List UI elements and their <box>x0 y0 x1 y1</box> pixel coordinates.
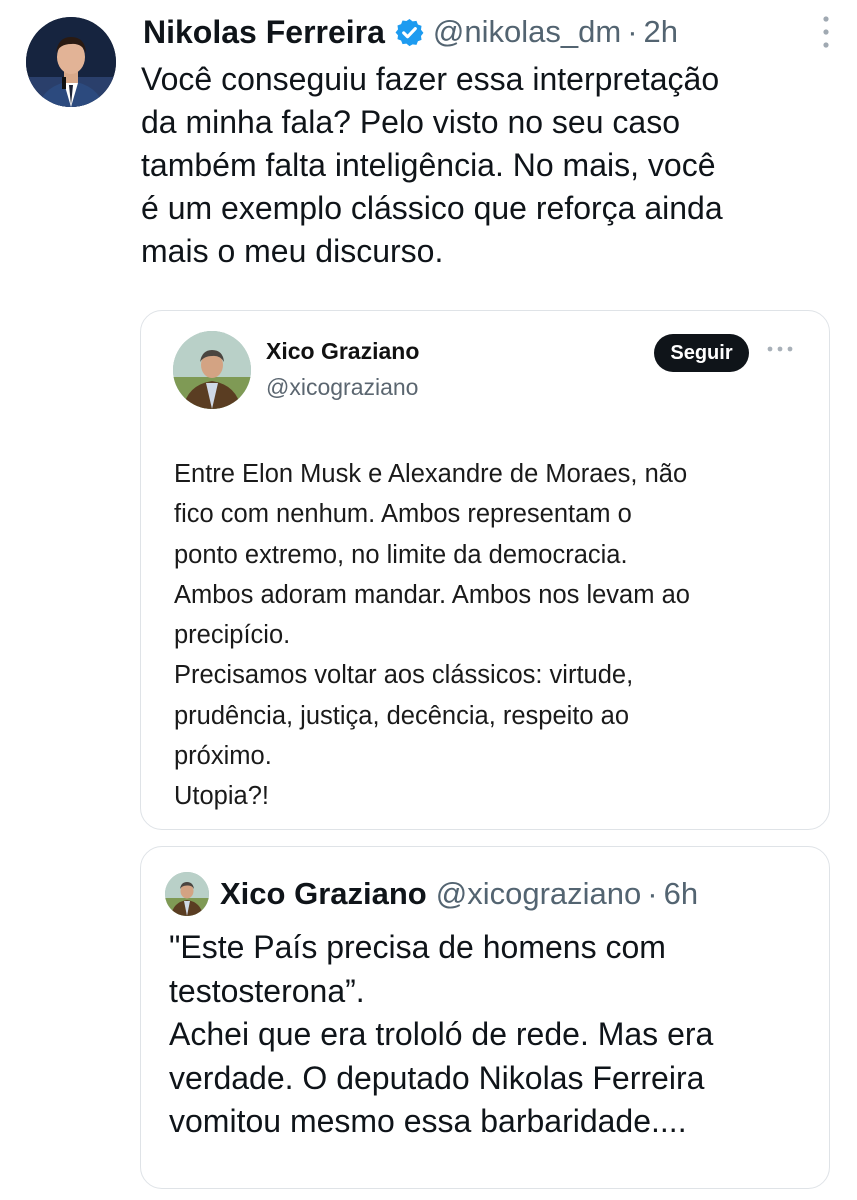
verified-badge-icon <box>394 17 425 48</box>
tweet-timestamp[interactable]: 2h <box>644 14 678 50</box>
more-horizontal-icon <box>766 345 794 353</box>
separator-dot: · <box>627 14 638 49</box>
author-avatar[interactable] <box>26 17 116 107</box>
tweet-header: Nikolas Ferreira @nikolas_dm · 2h <box>143 10 837 54</box>
author-avatar-image <box>26 17 116 107</box>
author-name[interactable]: Nikolas Ferreira <box>143 14 385 51</box>
quoted-author-avatar[interactable] <box>165 872 209 916</box>
quoted-tweet-header: Xico Graziano @xicograziano · 6h <box>220 871 698 917</box>
quoted-tweet-text: "Este País precisa de homens com testost… <box>169 929 714 1139</box>
separator-dot: · <box>647 876 658 911</box>
author-handle[interactable]: @nikolas_dm <box>433 14 621 50</box>
embedded-author-avatar <box>173 331 251 409</box>
embedded-author-name: Xico Graziano <box>266 338 420 364</box>
tweet-media-screenshot[interactable]: Xico Graziano @xicograziano Seguir Entre… <box>140 310 830 830</box>
more-vertical-icon[interactable] <box>821 14 831 50</box>
quoted-author-handle[interactable]: @xicograziano <box>436 876 642 912</box>
embedded-author-handle: @xicograziano <box>266 374 419 400</box>
quoted-author-name[interactable]: Xico Graziano <box>220 876 427 912</box>
embedded-follow-button: Seguir <box>654 334 749 372</box>
quoted-tweet[interactable]: Xico Graziano @xicograziano · 6h "Este P… <box>140 846 830 1189</box>
tweet[interactable]: Nikolas Ferreira @nikolas_dm · 2h Você c… <box>0 0 857 1200</box>
embedded-tweet-text: Entre Elon Musk e Alexandre de Moraes, n… <box>174 460 690 811</box>
tweet-text: Você conseguiu fazer essa interpretação … <box>141 61 723 269</box>
quoted-tweet-timestamp[interactable]: 6h <box>664 876 698 912</box>
